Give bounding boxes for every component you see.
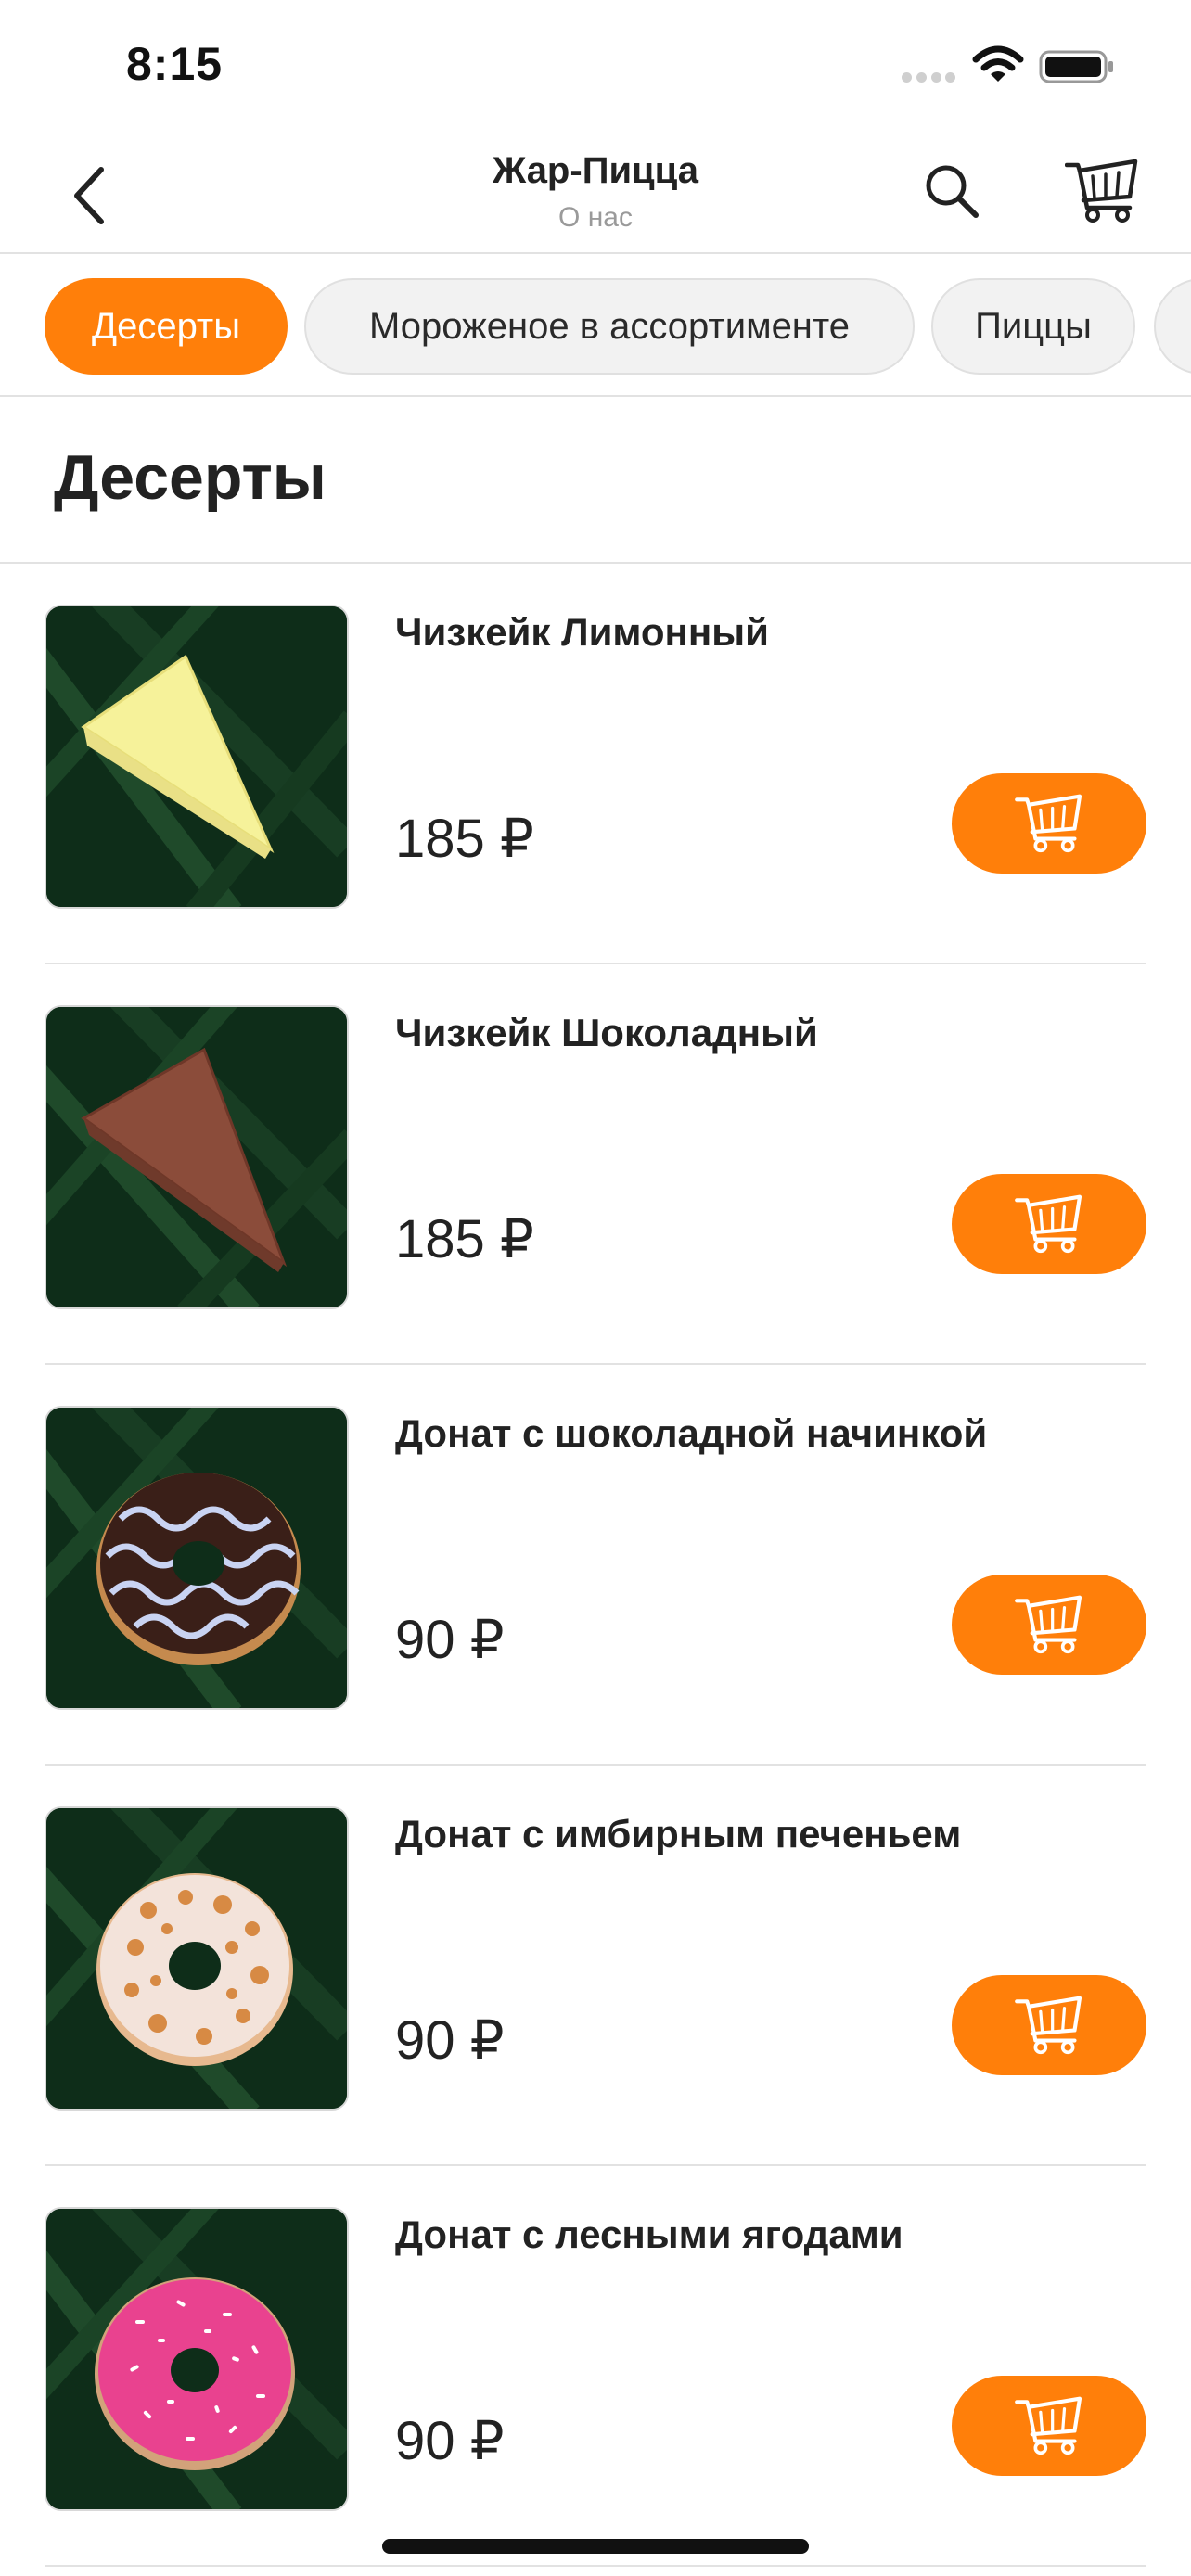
product-image (45, 2207, 349, 2511)
product-price: 90 ₽ (395, 1610, 505, 1670)
search-button[interactable] (918, 158, 985, 224)
battery-icon (1039, 48, 1115, 85)
add-to-cart-icon (1015, 2396, 1082, 2455)
tab-pizzas[interactable]: Пиццы (931, 278, 1135, 375)
tab-desserts[interactable]: Десерты (45, 278, 288, 375)
product-price: 185 ₽ (395, 809, 534, 869)
product-item[interactable]: Чизкейк Лимонный 185 ₽ (45, 564, 1146, 964)
add-to-cart-icon (1015, 1595, 1082, 1654)
status-bar: 8:15 (0, 0, 1191, 130)
cart-button[interactable] (1063, 156, 1141, 226)
product-name: Чизкейк Лимонный (395, 610, 769, 654)
section-title: Десерты (54, 442, 327, 513)
cart-icon (1065, 159, 1138, 223)
product-item[interactable]: Донат с шоколадной начинкой 90 ₽ (45, 1365, 1146, 1766)
search-icon (926, 165, 979, 218)
product-name: Донат с шоколадной начинкой (395, 1411, 988, 1455)
nav-bar: Жар-Пицца О нас (0, 130, 1191, 254)
row-divider (45, 2565, 1146, 2567)
product-price: 185 ₽ (395, 1209, 534, 1269)
product-name: Донат с имбирным печеньем (395, 1812, 962, 1855)
product-image (45, 1005, 349, 1309)
status-time: 8:15 (126, 38, 224, 90)
add-to-cart-button[interactable] (952, 1975, 1146, 2075)
add-to-cart-button[interactable] (952, 2376, 1146, 2476)
add-to-cart-icon (1015, 1996, 1082, 2055)
product-image (45, 1806, 349, 2111)
app-screen: 8:15 Жар-Пицца О нас Десерты Мороженое в… (0, 0, 1191, 2576)
store-title[interactable]: Жар-Пицца (317, 150, 874, 192)
category-tabs: Десерты Мороженое в ассортименте Пиццы (0, 256, 1191, 397)
add-to-cart-icon (1015, 794, 1082, 853)
back-chevron-icon (74, 167, 104, 224)
add-to-cart-button[interactable] (952, 773, 1146, 874)
product-price: 90 ₽ (395, 2411, 505, 2471)
add-to-cart-button[interactable] (952, 1575, 1146, 1675)
about-link[interactable]: О нас (317, 202, 874, 234)
product-price: 90 ₽ (395, 2010, 505, 2071)
product-name: Донат с лесными ягодами (395, 2213, 903, 2256)
product-item[interactable]: Чизкейк Шоколадный 185 ₽ (45, 964, 1146, 1365)
back-button[interactable] (56, 163, 121, 228)
add-to-cart-icon (1015, 1194, 1082, 1254)
signal-icon (902, 72, 955, 83)
wifi-icon (972, 45, 1024, 85)
product-name: Чизкейк Шоколадный (395, 1011, 818, 1054)
product-item[interactable]: Донат с лесными ягодами 90 ₽ (45, 2166, 1146, 2567)
product-image (45, 1406, 349, 1710)
product-image (45, 605, 349, 909)
tab-ice-cream[interactable]: Мороженое в ассортименте (304, 278, 915, 375)
tab-more[interactable] (1154, 278, 1191, 375)
home-indicator[interactable] (382, 2539, 809, 2554)
add-to-cart-button[interactable] (952, 1174, 1146, 1274)
product-item[interactable]: Донат с имбирным печеньем 90 ₽ (45, 1766, 1146, 2166)
